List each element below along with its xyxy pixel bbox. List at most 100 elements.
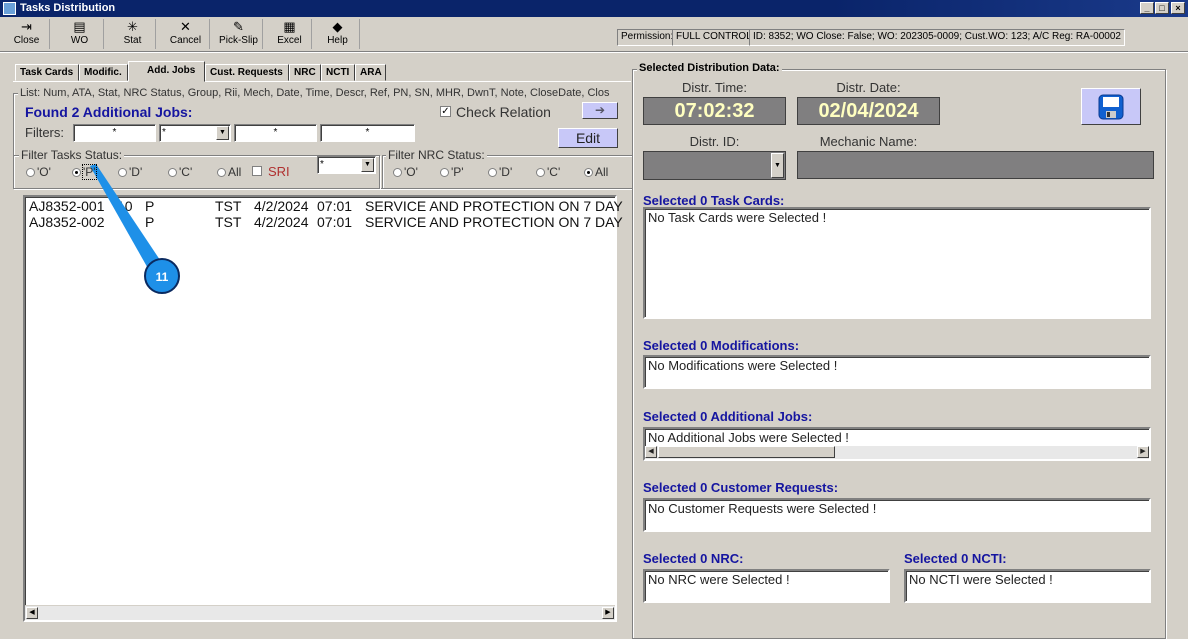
nrc-box[interactable]: No NRC were Selected ! [643, 569, 890, 603]
radio-label: 'O' [37, 165, 51, 179]
tab-task-cards[interactable]: Task Cards [15, 64, 79, 81]
cancel-icon: ✕ [180, 19, 191, 34]
filter-input-4[interactable]: * [320, 124, 415, 142]
cell: TST [215, 198, 242, 214]
close-icon: ⇥ [21, 19, 32, 34]
tab-nrc[interactable]: NRC [289, 64, 321, 81]
distr-time: 07:02:32 [643, 97, 786, 125]
mechanic-name-field[interactable] [797, 151, 1154, 179]
ncti-title: Selected 0 NCTI: [904, 551, 1007, 566]
nrc-status-legend: Filter NRC Status: [386, 148, 487, 162]
task-status-radio-0[interactable]: 'O' [26, 165, 51, 179]
toolbar-stat-button[interactable]: ✳ Stat [110, 19, 156, 49]
radio-label: 'P' [451, 165, 464, 179]
found-count: Found 2 Additional Jobs: [25, 104, 193, 120]
app-icon [3, 2, 16, 15]
minimize-button[interactable]: _ [1140, 2, 1154, 14]
toolbar-label: Excel [277, 35, 302, 46]
toolbar-close-button[interactable]: ⇥ Close [4, 19, 50, 49]
task-status-radio-2[interactable]: 'D' [118, 165, 142, 179]
toolbar-pick-slip-button[interactable]: ✎ Pick-Slip [215, 19, 263, 49]
tab-label: Modific. [84, 67, 122, 78]
nrc-status-radio-4[interactable]: All [584, 165, 608, 179]
ncti-box[interactable]: No NCTI were Selected ! [904, 569, 1151, 603]
radio-icon [393, 168, 402, 177]
filter-input-3[interactable]: * [234, 124, 317, 142]
tab-ncti[interactable]: NCTI [321, 64, 355, 81]
radio-icon [488, 168, 497, 177]
chevron-down-icon[interactable]: ▼ [361, 158, 374, 172]
radio-icon [584, 168, 593, 177]
tab-ara[interactable]: ARA [355, 64, 386, 81]
toolbar-excel-button[interactable]: ▦ Excel [268, 19, 312, 49]
radio-label: 'D' [499, 165, 513, 179]
tab-label: NRC [294, 67, 316, 78]
scroll-right-icon[interactable]: ▶ [602, 607, 614, 619]
horizontal-scrollbar[interactable]: ◀ ▶ [645, 446, 1149, 459]
nrc-status-radio-3[interactable]: 'C' [536, 165, 560, 179]
tab-add-jobs[interactable]: Add. Jobs [128, 61, 205, 82]
addjobs-box[interactable]: No Additional Jobs were Selected ! ◀ ▶ [643, 427, 1151, 461]
chevron-down-icon[interactable]: ▼ [771, 153, 784, 178]
distr-date-label: Distr. Date: [836, 80, 901, 95]
status-combo[interactable]: * ▼ [317, 156, 376, 174]
tab-label: Add. Jobs [147, 65, 196, 76]
custreq-box[interactable]: No Customer Requests were Selected ! [643, 498, 1151, 532]
toolbar-cancel-button[interactable]: ✕ Cancel [162, 19, 210, 49]
custreq-title: Selected 0 Customer Requests: [643, 480, 839, 495]
radio-icon [26, 168, 35, 177]
scroll-left-icon[interactable]: ◀ [645, 446, 657, 458]
maximize-button[interactable]: □ [1155, 2, 1169, 14]
horizontal-scrollbar[interactable]: ◀ ▶ [25, 605, 615, 620]
sri-checkbox[interactable] [252, 166, 262, 176]
check-relation-checkbox[interactable]: ✓ [440, 106, 451, 117]
radio-icon [536, 168, 545, 177]
filter-input-1[interactable]: * [73, 124, 156, 142]
scrollbar-thumb[interactable] [658, 446, 835, 458]
nrc-status-radio-2[interactable]: 'D' [488, 165, 512, 179]
excel-icon: ▦ [283, 19, 296, 34]
distr-time-label: Distr. Time: [681, 80, 747, 95]
task-status-radio-4[interactable]: All [217, 165, 241, 179]
chevron-down-icon[interactable]: ▼ [216, 126, 229, 140]
scroll-right-icon[interactable]: ▶ [1137, 446, 1149, 458]
tab-modific-[interactable]: Modific. [79, 64, 128, 81]
task-status-radio-3[interactable]: 'C' [168, 165, 192, 179]
stat-icon: ✳ [127, 19, 138, 34]
distribution-legend: Selected Distribution Data: [637, 62, 782, 74]
toolbar-label: Stat [123, 35, 142, 46]
filter-combo-value: * [162, 127, 166, 138]
cell: 4/2/2024 [254, 198, 309, 214]
scroll-left-icon[interactable]: ◀ [26, 607, 38, 619]
tab-cust-requests[interactable]: Cust. Requests [205, 64, 289, 81]
radio-icon [118, 168, 127, 177]
nrc-status-radio-0[interactable]: 'O' [393, 165, 418, 179]
toolbar-label: WO [70, 35, 89, 46]
pick-slip-icon: ✎ [233, 19, 244, 34]
close-window-button[interactable]: × [1171, 2, 1185, 14]
mods-title: Selected 0 Modifications: [643, 338, 800, 353]
status-combo-value: * [320, 159, 324, 170]
mods-box[interactable]: No Modifications were Selected ! [643, 355, 1151, 389]
annotation-callout: 11 [90, 164, 180, 294]
sri-label: SRI [268, 164, 290, 179]
toolbar-wo-button[interactable]: ▤ WO [56, 19, 104, 49]
radio-label: 'P' [82, 164, 97, 180]
task-status-radio-1[interactable]: 'P' [72, 164, 97, 180]
toolbar-label: Close [13, 35, 40, 46]
toolbar-help-button[interactable]: ◆ Help [316, 19, 360, 49]
permission-label: Permission: [617, 29, 678, 46]
save-button[interactable] [1081, 88, 1141, 125]
nrc-status-radio-1[interactable]: 'P' [440, 165, 464, 179]
distr-id-combo[interactable]: ▼ [643, 151, 786, 180]
floppy-disk-icon [1098, 94, 1124, 120]
task-cards-box[interactable]: No Task Cards were Selected ! [643, 207, 1151, 319]
transfer-arrow-button[interactable]: ➔ [582, 102, 618, 119]
tab-label: NCTI [326, 67, 350, 78]
radio-label: All [595, 165, 609, 179]
filter-combo[interactable]: * ▼ [159, 124, 231, 142]
edit-button[interactable]: Edit [558, 128, 618, 148]
wo-icon: ▤ [73, 19, 86, 34]
nrc-title: Selected 0 NRC: [643, 551, 744, 566]
cell: SERVICE AND PROTECTION ON 7 DAY [365, 198, 623, 214]
